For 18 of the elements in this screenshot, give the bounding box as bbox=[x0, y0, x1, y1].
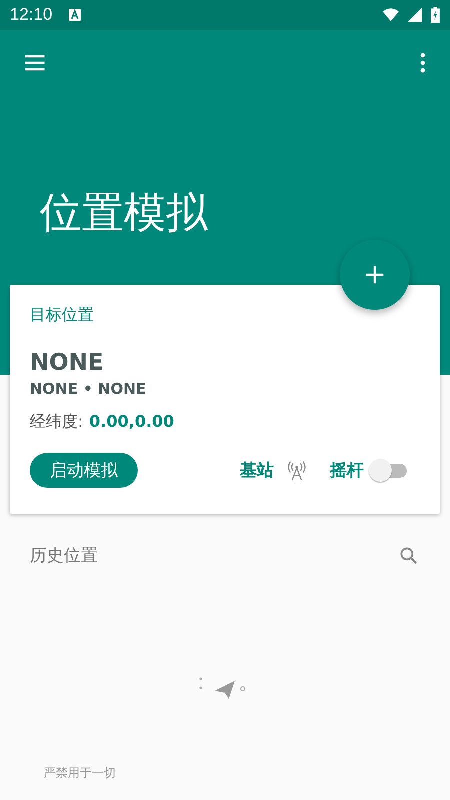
location-name: NONE bbox=[30, 350, 104, 376]
start-simulation-button[interactable]: 启动模拟 bbox=[30, 453, 138, 488]
section-title: 历史位置 bbox=[30, 545, 98, 567]
base-station-label: 基站 bbox=[240, 460, 274, 482]
antenna-icon[interactable] bbox=[286, 460, 308, 482]
joystick-switch[interactable] bbox=[368, 458, 408, 484]
coordinates-label: 经纬度: bbox=[30, 412, 84, 433]
clock: 12:10 bbox=[10, 5, 53, 25]
location-region: NONE • NONE bbox=[30, 380, 146, 398]
notification-icon bbox=[68, 9, 81, 21]
card-heading: 目标位置 bbox=[30, 305, 94, 326]
battery-icon bbox=[431, 7, 440, 23]
coordinates-value: 0.00,0.00 bbox=[89, 412, 174, 431]
joystick-label: 摇杆 bbox=[330, 460, 364, 482]
disclaimer-text: 严禁用于一切 bbox=[43, 765, 116, 782]
page-title: 位置模拟 bbox=[40, 188, 208, 238]
cell-signal-icon bbox=[407, 8, 423, 22]
wifi-icon bbox=[383, 8, 399, 22]
